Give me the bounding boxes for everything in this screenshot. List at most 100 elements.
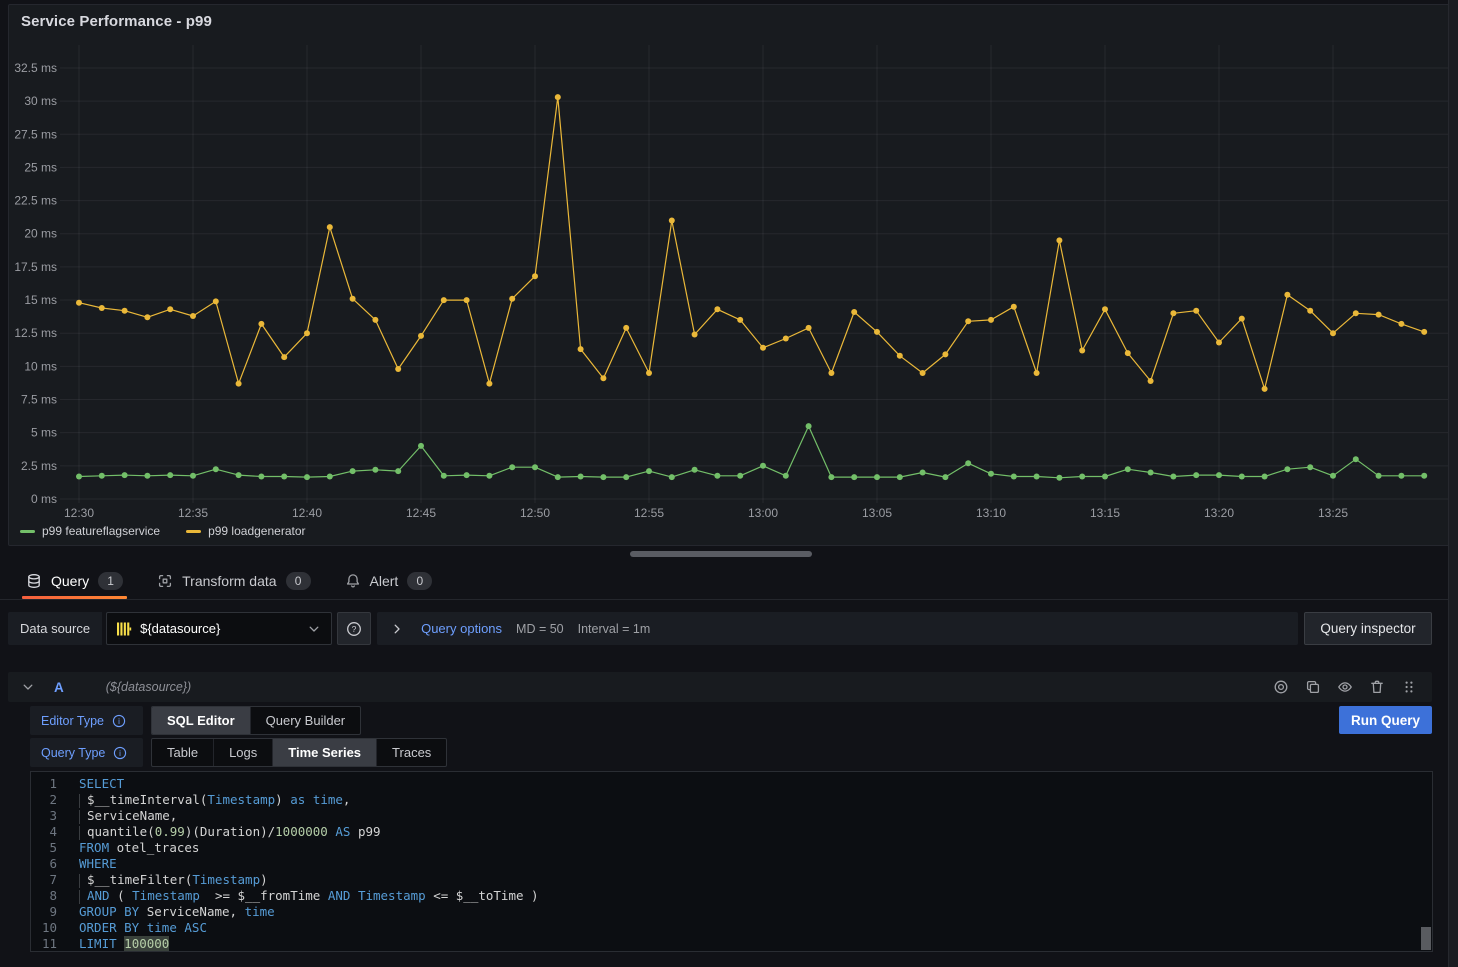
timeseries-chart[interactable]: 0 ms2.5 ms5 ms7.5 ms10 ms12.5 ms15 ms17.… <box>0 0 1458 545</box>
indent-guide <box>79 874 87 888</box>
line-number: 6 <box>31 856 57 872</box>
horizontal-scrollbar-thumb[interactable] <box>630 551 812 557</box>
query-options-bar[interactable]: Query options MD = 50 Interval = 1m <box>377 612 1298 645</box>
sql-line-11: 11LIMIT 100000 <box>31 936 1432 952</box>
page-scrollbar[interactable] <box>1448 0 1458 967</box>
focus-ring-icon[interactable] <box>1270 676 1292 698</box>
sql-line-8: 8AND ( Timestamp >= $__fromTime AND Time… <box>31 888 1432 904</box>
transform-icon <box>157 573 173 589</box>
query-type-option-traces[interactable]: Traces <box>377 739 446 766</box>
grafana-panel-editor: Service Performance - p99 0 ms2.5 ms5 ms… <box>0 0 1458 967</box>
query-type-option-table[interactable]: Table <box>152 739 214 766</box>
line-number: 2 <box>31 792 57 808</box>
tab-transform-data[interactable]: Transform data 0 <box>157 563 310 599</box>
svg-text:30 ms: 30 ms <box>24 94 57 108</box>
info-circle-icon[interactable]: i <box>113 746 127 760</box>
editor-type-label-chip: Editor Type i <box>30 706 143 735</box>
query-type-options: TableLogsTime SeriesTraces <box>151 738 447 767</box>
panel-editor-tabs: Query1 Transform data 0 Alert 0 <box>0 563 1448 600</box>
editor-type-option-query-builder[interactable]: Query Builder <box>251 707 360 734</box>
legend-item-p99-featureflagservice[interactable]: p99 featureflagservice <box>20 524 160 538</box>
svg-text:12:40: 12:40 <box>292 506 322 520</box>
chevron-down-icon <box>306 621 322 637</box>
sql-line-2: 2$__timeInterval(Timestamp) as time, <box>31 792 1432 808</box>
bell-icon <box>345 573 361 589</box>
tab-count-badge: 0 <box>286 572 311 590</box>
line-number: 8 <box>31 888 57 904</box>
svg-text:13:10: 13:10 <box>976 506 1006 520</box>
sql-editor[interactable]: 1SELECT2$__timeInterval(Timestamp) as ti… <box>30 771 1433 952</box>
query-row-header[interactable]: A (${datasource}) <box>8 672 1432 702</box>
tab-alert[interactable]: Alert 0 <box>345 563 433 599</box>
line-number: 5 <box>31 840 57 856</box>
sql-line-3: 3ServiceName, <box>31 808 1432 824</box>
line-number: 9 <box>31 904 57 920</box>
svg-text:27.5 ms: 27.5 ms <box>14 127 57 141</box>
datasource-row: Data source ${datasource} ? Query option… <box>8 612 1432 645</box>
svg-text:10 ms: 10 ms <box>24 359 57 373</box>
info-circle-icon[interactable]: i <box>112 714 126 728</box>
legend-label: p99 loadgenerator <box>208 524 305 538</box>
sql-line-9: 9GROUP BY ServiceName, time <box>31 904 1432 920</box>
sql-editor-scrollbar-thumb[interactable] <box>1421 927 1431 950</box>
tab-count-badge: 0 <box>407 572 432 590</box>
query-type-label: Query Type <box>41 746 105 760</box>
query-type-option-time-series[interactable]: Time Series <box>273 739 377 766</box>
legend-item-p99-loadgenerator[interactable]: p99 loadgenerator <box>186 524 305 538</box>
svg-text:12:30: 12:30 <box>64 506 94 520</box>
query-type-label-chip: Query Type i <box>30 738 143 767</box>
tab-label: Transform data <box>182 573 276 589</box>
copy-icon[interactable] <box>1302 676 1324 698</box>
query-options-label[interactable]: Query options <box>421 621 502 636</box>
datasource-value: ${datasource} <box>140 621 298 636</box>
query-row-actions <box>1270 676 1420 698</box>
svg-text:13:20: 13:20 <box>1204 506 1234 520</box>
datasource-help-button[interactable]: ? <box>337 612 371 645</box>
svg-text:i: i <box>120 749 122 758</box>
line-number: 4 <box>31 824 57 840</box>
query-inspector-button[interactable]: Query inspector <box>1304 612 1432 645</box>
eye-icon[interactable] <box>1334 676 1356 698</box>
editor-type-row: Editor Type i SQL EditorQuery Builder <box>30 706 361 735</box>
drag-handle-icon[interactable] <box>1398 676 1420 698</box>
database-icon <box>26 573 42 589</box>
interval-value: Interval = 1m <box>578 622 651 636</box>
tab-label: Alert <box>370 573 399 589</box>
sql-line-4: 4quantile(0.99)(Duration)/1000000 AS p99 <box>31 824 1432 840</box>
datasource-label: Data source <box>8 612 102 645</box>
indent-guide <box>79 890 87 904</box>
run-query-button[interactable]: Run Query <box>1339 706 1432 734</box>
svg-text:12:35: 12:35 <box>178 506 208 520</box>
svg-text:2.5 ms: 2.5 ms <box>21 459 57 473</box>
line-number: 10 <box>31 920 57 936</box>
chevron-right-icon <box>389 621 405 637</box>
svg-text:25 ms: 25 ms <box>24 160 57 174</box>
datasource-picker[interactable]: ${datasource} <box>106 612 332 645</box>
svg-text:13:00: 13:00 <box>748 506 778 520</box>
query-type-option-logs[interactable]: Logs <box>214 739 273 766</box>
svg-text:13:05: 13:05 <box>862 506 892 520</box>
svg-text:12:45: 12:45 <box>406 506 436 520</box>
svg-text:12.5 ms: 12.5 ms <box>14 326 57 340</box>
tab-count-badge: 1 <box>98 572 123 590</box>
indent-guide <box>79 794 87 808</box>
line-number: 3 <box>31 808 57 824</box>
editor-type-option-sql-editor[interactable]: SQL Editor <box>152 707 251 734</box>
query-type-row: Query Type i TableLogsTime SeriesTraces <box>30 738 447 767</box>
sql-line-1: 1SELECT <box>31 776 1432 792</box>
tab-query[interactable]: Query1 <box>26 563 123 599</box>
indent-guide <box>79 810 87 824</box>
svg-text:i: i <box>118 717 120 726</box>
trash-icon[interactable] <box>1366 676 1388 698</box>
legend-label: p99 featureflagservice <box>42 524 160 538</box>
sql-line-6: 6WHERE <box>31 856 1432 872</box>
line-number: 11 <box>31 936 57 952</box>
svg-text:32.5 ms: 32.5 ms <box>14 61 57 75</box>
legend-swatch <box>20 530 35 533</box>
svg-text:12:50: 12:50 <box>520 506 550 520</box>
svg-text:0 ms: 0 ms <box>31 492 57 506</box>
collapse-chevron-icon[interactable] <box>20 679 36 695</box>
query-datasource-hint: (${datasource}) <box>106 680 191 694</box>
svg-text:5 ms: 5 ms <box>31 426 57 440</box>
indent-guide <box>79 826 87 840</box>
